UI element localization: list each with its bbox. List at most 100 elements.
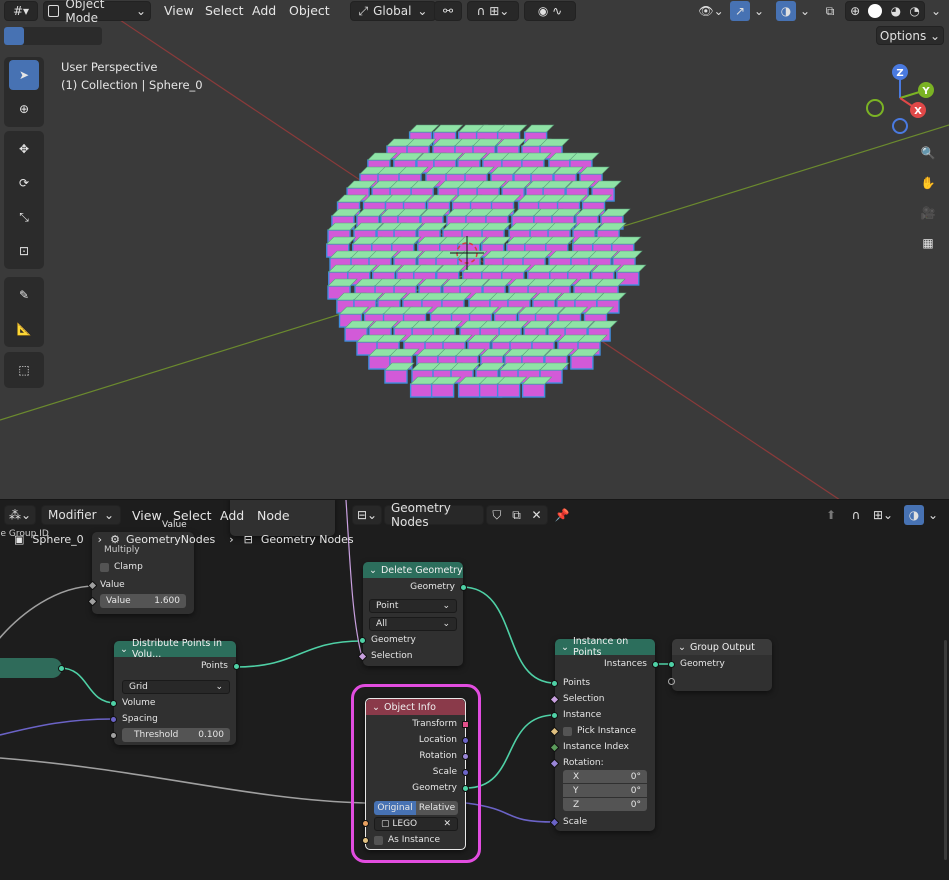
select-new-icon[interactable] [4,27,24,45]
points-output-socket[interactable] [233,663,240,670]
overlays-toggle[interactable]: ◑ [904,505,924,525]
empty-input-socket[interactable] [668,678,675,685]
snap-dropdown[interactable]: ⊞⌄ [870,505,896,525]
delete-geometry-node[interactable]: ⌄ Delete Geometry Geometry Point ⌄ All ⌄ Ge… [357,562,467,666]
node-header[interactable]: ⌄ Instance on Points [555,636,655,658]
rotation-z-field[interactable]: Z 0° [563,798,647,811]
move-tool[interactable]: ✥ [9,134,39,164]
select-box-tool[interactable]: ➤ [9,60,39,90]
as-instance-socket[interactable] [362,837,369,844]
as-instance-row[interactable]: As Instance [366,833,465,847]
instances-output-socket[interactable] [652,661,659,668]
threshold-socket[interactable] [110,732,117,739]
clamp-checkbox[interactable] [100,562,109,572]
rotation-x-field[interactable]: X 0° [563,770,647,783]
pick-instance-row[interactable]: Pick Instance [555,724,655,738]
mode-dropdown[interactable]: Grid ⌄ [122,680,230,694]
value-field[interactable]: Value 1.600 [100,594,186,608]
proportional-edit-dropdown[interactable]: ◉ ∿ [524,1,576,21]
node-editor[interactable]: Value Clamp Value Value 1.600 ⁂⌄ Modifier… [0,500,949,880]
relative-button[interactable]: Relative [416,801,458,815]
rotate-tool[interactable]: ⟳ [9,168,39,198]
xray-toggle[interactable]: ⧉ [820,1,840,21]
menu-select[interactable]: Select [205,3,244,18]
delete-mode-dropdown[interactable]: All ⌄ [369,617,457,631]
shading-dropdown[interactable]: ⌄ [928,1,944,21]
pin-button[interactable]: 📌 [552,505,572,525]
instance-input-socket[interactable] [551,712,558,719]
pan-button[interactable]: ✋ [915,170,941,196]
close-icon[interactable]: ✕ [443,819,451,829]
measure-tool[interactable]: 📐 [9,314,39,344]
wireframe-shading-icon[interactable]: ⊕ [850,4,860,18]
geometry-input-socket[interactable] [359,637,366,644]
geometry-output-socket[interactable] [460,584,467,591]
menu-add[interactable]: Add [220,508,244,523]
object-info-node[interactable]: ⌄ Object Info Transform Location Rotation… [362,698,469,850]
geometry-output-socket[interactable] [462,785,469,792]
rotation-output-socket[interactable] [462,753,469,760]
node-tree-name-field[interactable]: Geometry Nodes [384,501,484,529]
rendered-shading-icon[interactable]: ◔ [909,4,919,18]
fake-user-shield-icon[interactable]: ⛉ [492,508,501,523]
navigation-gizmo[interactable]: Z Y X [858,58,948,138]
original-button[interactable]: Original [374,801,416,815]
overlays-dropdown[interactable]: ⌄ [798,1,812,21]
object-field[interactable]: ▢ LEGO ✕ [374,817,458,831]
select-extend-icon[interactable] [24,27,44,45]
3d-viewport[interactable]: #▾ Object Mode ⌄ View Select Add Object … [0,0,949,500]
domain-dropdown[interactable]: Point ⌄ [369,599,457,613]
overlays-dropdown[interactable]: ⌄ [926,505,940,525]
menu-object[interactable]: Object [289,3,330,18]
zoom-button[interactable]: 🔍 [915,140,941,166]
node-header[interactable]: ⌄ Object Info [366,699,465,715]
geometry-socket[interactable] [58,665,65,672]
menu-node[interactable]: Node [257,508,290,523]
duplicate-icon[interactable]: ⧉ [512,508,521,523]
rotation-y-field[interactable]: Y 0° [563,784,647,797]
group-input-node-partial[interactable] [0,658,62,678]
material-shading-icon[interactable]: ◕ [891,4,901,18]
scale-output-socket[interactable] [462,769,469,776]
cursor-tool[interactable]: ⊕ [9,94,39,124]
group-output-node[interactable]: ⌄ Group Output Geometry [668,639,772,691]
editor-type-dropdown[interactable]: #▾ [4,1,38,21]
options-dropdown[interactable]: Options ⌄ [876,26,944,45]
node-tree-browse[interactable]: ⊟⌄ [352,505,382,525]
mode-dropdown[interactable]: Object Mode ⌄ [43,0,151,25]
close-icon[interactable]: ✕ [532,508,542,522]
camera-button[interactable]: 🎥 [915,200,941,226]
vertical-scrollbar[interactable] [944,640,947,860]
transform-output-socket[interactable] [462,721,469,728]
clamp-row[interactable]: Clamp [92,560,194,574]
distribute-points-node[interactable]: ⌄ Distribute Points in Volu... Points Gri… [110,638,240,745]
snap-toggle[interactable]: ∩ [845,505,867,525]
editor-type-dropdown[interactable]: ⁂⌄ [4,505,36,525]
pivot-dropdown[interactable]: ⚯ [434,1,462,21]
select-invert-icon[interactable] [64,27,83,45]
spacing-input-socket[interactable] [110,716,117,723]
menu-select[interactable]: Select [173,508,212,523]
menu-view[interactable]: View [132,508,162,523]
menu-view[interactable]: View [164,3,194,18]
breadcrumb-modifier[interactable]: GeometryNodes [126,533,215,546]
node-header[interactable]: ⌄ Distribute Points in Volu... [114,638,236,660]
as-instance-checkbox[interactable] [374,835,383,845]
menu-add[interactable]: Add [252,3,276,18]
pick-instance-checkbox[interactable] [563,726,572,736]
breadcrumb-node-tree[interactable]: Geometry Nodes [261,533,354,546]
volume-input-socket[interactable] [110,700,117,707]
geometry-editor-type-dropdown[interactable]: Modifier ⌄ [41,505,121,525]
add-cube-tool[interactable]: ⬚ [9,355,39,385]
transform-tool[interactable]: ⊡ [9,236,39,266]
snap-dropdown[interactable]: ∩ ⊞⌄ [467,1,519,21]
gizmo-dropdown[interactable]: ⌄ [752,1,766,21]
annotate-tool[interactable]: ✎ [9,280,39,310]
scale-tool[interactable]: ⤡ [9,202,39,232]
select-subtract-icon[interactable] [44,27,64,45]
geometry-input-socket[interactable] [668,661,675,668]
object-input-socket[interactable] [362,820,369,827]
overlays-toggle[interactable]: ◑ [776,1,796,21]
parent-node-tree-button[interactable]: ⬆ [820,505,842,525]
threshold-field[interactable]: Threshold 0.100 [122,728,230,742]
